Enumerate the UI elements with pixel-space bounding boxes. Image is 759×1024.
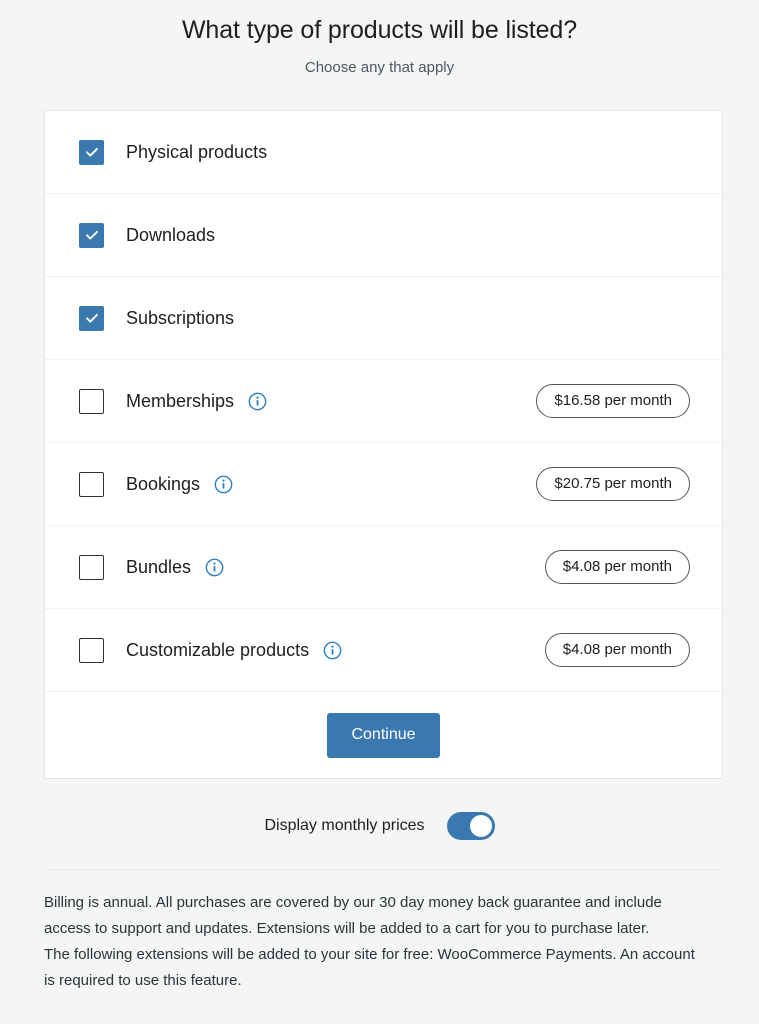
product-types-card: Physical products Downloads Subscriptions M… [44, 110, 723, 779]
product-type-label: Subscriptions [126, 307, 235, 328]
footer-notice: Billing is annual. All purchases are cov… [44, 890, 696, 994]
continue-button[interactable]: Continue [327, 712, 440, 758]
page-subtitle: Choose any that apply [304, 59, 455, 76]
page-header: What type of products will be listed? Ch… [0, 0, 759, 76]
checkbox-checked[interactable] [79, 139, 104, 165]
continue-row: Continue [45, 692, 722, 778]
product-type-list: Physical products Downloads Subscriptions M… [45, 111, 722, 692]
checkbox-unchecked[interactable] [79, 637, 104, 663]
price-badge: $4.08 per month [544, 633, 690, 667]
footer-divider [44, 869, 723, 870]
product-type-label: Physical products [126, 141, 268, 162]
checkbox-unchecked[interactable] [79, 471, 104, 497]
product-type-label: Bundles [126, 556, 192, 577]
product-type-label: Memberships [126, 390, 235, 411]
product-type-row[interactable]: Downloads [45, 194, 722, 277]
info-icon[interactable] [214, 475, 233, 494]
onboarding-product-types-page: What type of products will be listed? Ch… [0, 0, 759, 1024]
checkbox-unchecked[interactable] [79, 554, 104, 580]
product-type-row[interactable]: Physical products [45, 111, 722, 194]
footer-paragraph-1: Billing is annual. All purchases are cov… [44, 894, 662, 937]
product-type-label: Customizable products [126, 639, 310, 660]
product-type-row[interactable]: Subscriptions [45, 277, 722, 360]
product-type-row[interactable]: Bundles $4.08 per month [45, 526, 722, 609]
product-type-label: Downloads [126, 224, 216, 245]
footer-paragraph-2: The following extensions will be added t… [44, 946, 695, 989]
display-monthly-prices-label: Display monthly prices [264, 817, 425, 834]
product-type-row[interactable]: Customizable products $4.08 per month [45, 609, 722, 692]
product-type-row[interactable]: Bookings $20.75 per month [45, 443, 722, 526]
checkbox-unchecked[interactable] [79, 388, 104, 414]
product-type-label: Bookings [126, 473, 201, 494]
toggle-knob [469, 815, 492, 837]
display-monthly-prices-row: Display monthly prices [0, 812, 759, 840]
price-badge: $16.58 per month [536, 384, 690, 418]
price-badge: $20.75 per month [536, 467, 690, 501]
price-badge: $4.08 per month [544, 550, 690, 584]
page-title: What type of products will be listed? [181, 16, 578, 44]
info-icon[interactable] [323, 641, 342, 660]
checkbox-checked[interactable] [79, 222, 104, 248]
product-type-row[interactable]: Memberships $16.58 per month [45, 360, 722, 443]
info-icon[interactable] [248, 392, 267, 411]
info-icon[interactable] [205, 558, 224, 577]
checkbox-checked[interactable] [79, 305, 104, 331]
display-monthly-prices-toggle[interactable] [446, 812, 495, 840]
